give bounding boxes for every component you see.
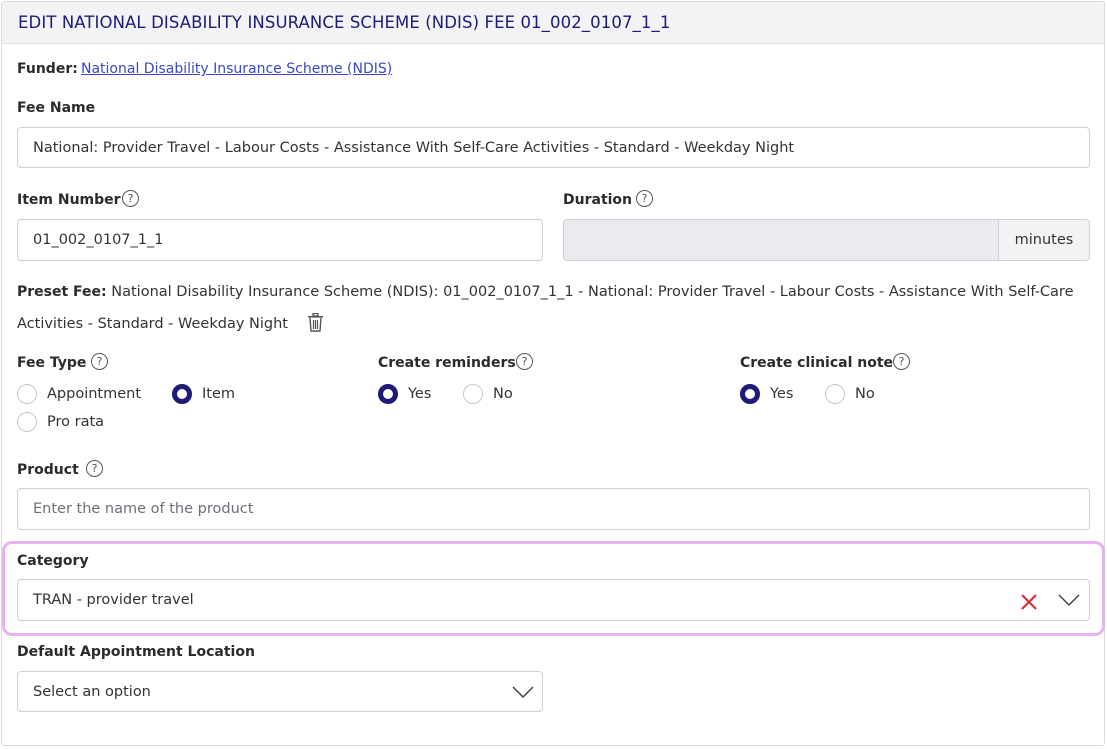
fee-type-appointment-radio[interactable] (17, 384, 37, 404)
trash-icon[interactable] (307, 313, 324, 332)
duration-help-icon[interactable]: ? (636, 190, 653, 207)
create-clinical-note-label: Create clinical note (740, 355, 894, 371)
fee-type-pro-rata-radio[interactable] (17, 412, 37, 432)
product-label: Product (17, 462, 79, 478)
fee-name-value: National: Provider Travel - Labour Costs… (33, 139, 795, 156)
page-title: EDIT NATIONAL DISABILITY INSURANCE SCHEM… (18, 13, 671, 32)
fee-type-help-icon[interactable]: ? (91, 353, 108, 370)
fee-name-label: Fee Name (17, 100, 96, 116)
item-number-value: 01_002_0107_1_1 (33, 232, 164, 248)
default-location-select[interactable]: Select an option (17, 671, 543, 712)
clinical-note-yes-radio[interactable] (740, 384, 760, 404)
preset-fee-line1: Preset Fee: National Disability Insuranc… (17, 284, 1074, 300)
funder-label: Funder: (17, 61, 78, 77)
category-value: TRAN - provider travel (33, 592, 194, 608)
reminders-no-label[interactable]: No (493, 386, 513, 402)
create-reminders-label: Create reminders (378, 355, 516, 371)
clear-icon[interactable] (1020, 593, 1038, 611)
reminders-yes-label[interactable]: Yes (408, 386, 431, 402)
panel-header: EDIT NATIONAL DISABILITY INSURANCE SCHEM… (2, 2, 1104, 44)
preset-fee-label: Preset Fee: (17, 284, 107, 300)
product-input[interactable]: Enter the name of the product (17, 488, 1090, 530)
item-number-help-icon[interactable]: ? (122, 190, 139, 207)
clinical-note-no-radio[interactable] (825, 384, 845, 404)
clinical-note-no-label[interactable]: No (855, 386, 875, 402)
fee-type-item-radio[interactable] (172, 384, 192, 404)
category-select[interactable]: TRAN - provider travel (17, 579, 1090, 621)
clinical-note-yes-label[interactable]: Yes (770, 386, 793, 402)
default-location-placeholder: Select an option (33, 683, 151, 700)
fee-name-input[interactable]: National: Provider Travel - Labour Costs… (17, 127, 1090, 168)
category-label: Category (17, 553, 89, 569)
fee-type-label: Fee Type (17, 355, 87, 371)
reminders-no-radio[interactable] (463, 384, 483, 404)
item-number-label: Item Number (17, 192, 121, 208)
chevron-down-icon[interactable] (512, 685, 534, 699)
chevron-down-icon[interactable] (1058, 593, 1080, 607)
duration-unit-addon: minutes (998, 220, 1089, 260)
preset-fee-text-2: Activities - Standard - Weekday Night (17, 316, 288, 332)
product-help-icon[interactable]: ? (86, 460, 103, 477)
fee-type-item-label[interactable]: Item (202, 386, 235, 402)
fee-type-appointment-label[interactable]: Appointment (47, 386, 141, 402)
duration-label: Duration (563, 192, 633, 208)
reminders-yes-radio[interactable] (378, 384, 398, 404)
product-placeholder: Enter the name of the product (33, 501, 254, 517)
create-reminders-help-icon[interactable]: ? (516, 353, 533, 370)
create-clinical-note-help-icon[interactable]: ? (893, 353, 910, 370)
default-location-label: Default Appointment Location (17, 644, 255, 660)
funder-link[interactable]: National Disability Insurance Scheme (ND… (81, 61, 392, 77)
preset-fee-text-1: National Disability Insurance Scheme (ND… (111, 284, 1074, 300)
fee-type-pro-rata-label[interactable]: Pro rata (47, 414, 104, 430)
item-number-input[interactable]: 01_002_0107_1_1 (17, 219, 543, 261)
duration-input: minutes (563, 219, 1090, 261)
